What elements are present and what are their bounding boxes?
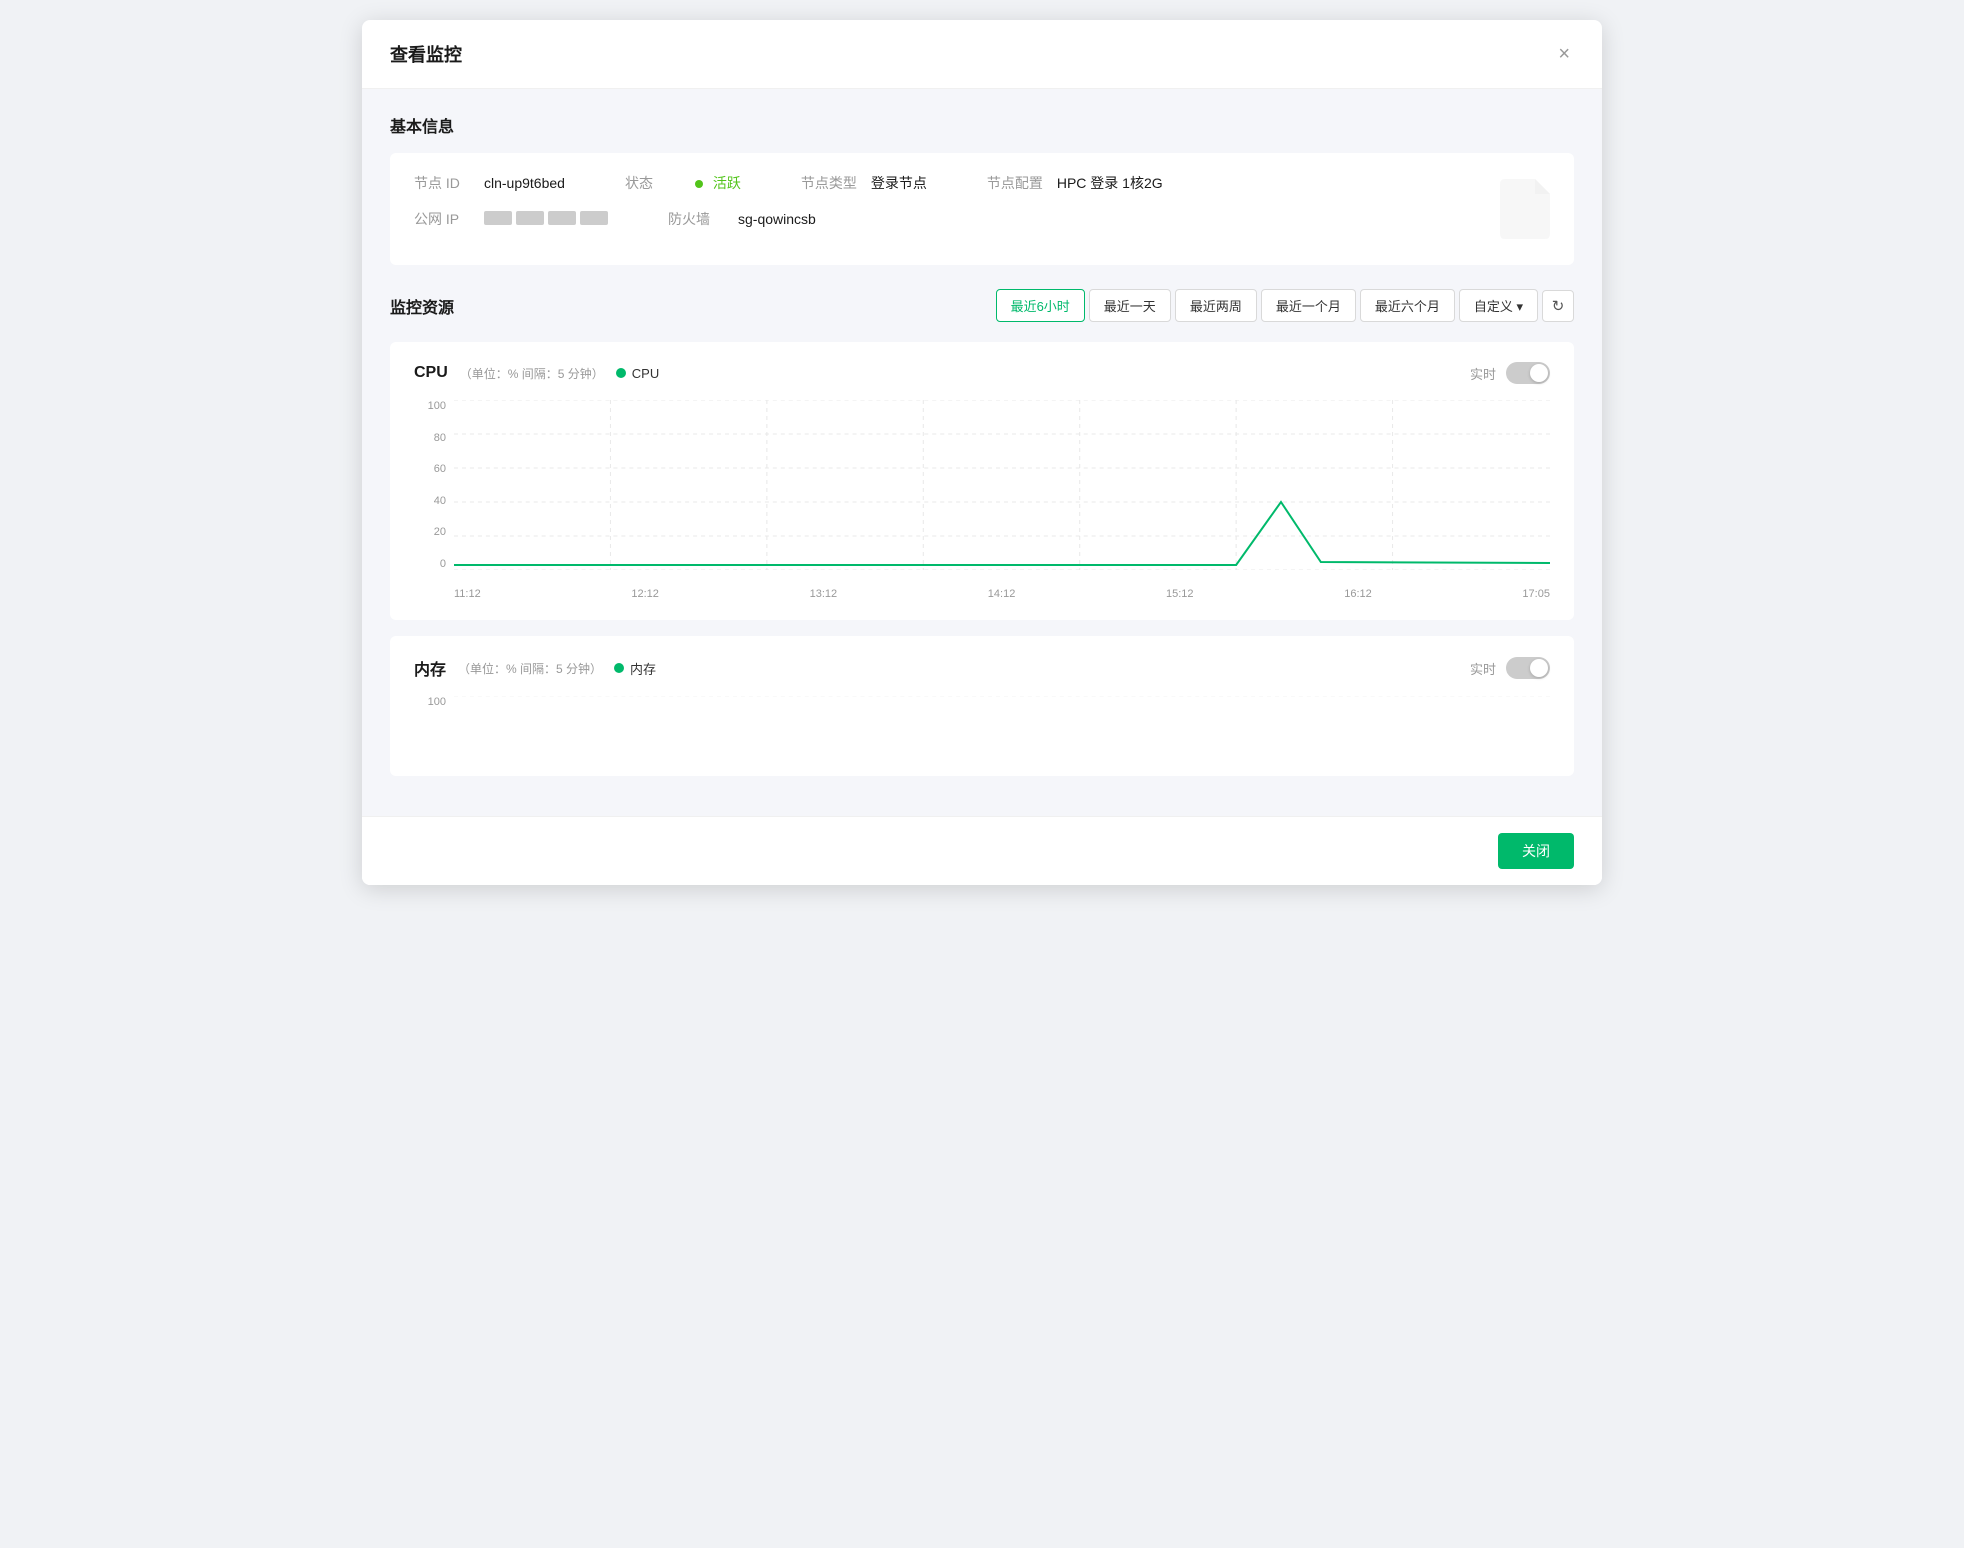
cpu-chart-meta: （单位：% 间隔：5 分钟） [460, 365, 604, 382]
x-label-1212: 12:12 [631, 588, 659, 600]
basic-info-card: 节点 ID cln-up9t6bed 状态 活跃 节点类型 登录节点 节点配置 … [390, 153, 1574, 265]
modal-header: 查看监控 × [362, 20, 1602, 89]
memory-realtime-toggle[interactable] [1506, 657, 1550, 679]
status-dot [695, 180, 703, 188]
memory-y-label-100: 100 [428, 696, 452, 708]
y-label-20: 20 [434, 526, 452, 538]
public-ip-value [484, 211, 608, 228]
ip-block-3 [548, 211, 576, 225]
memory-chart-header: 内存 （单位：% 间隔：5 分钟） 内存 实时 [414, 656, 1550, 680]
cpu-chart-plot [454, 400, 1550, 570]
cpu-realtime-label: 实时 [1470, 364, 1496, 383]
y-label-0: 0 [440, 558, 452, 570]
public-ip-label: 公网 IP [414, 209, 484, 229]
memory-realtime-group: 实时 [1470, 657, 1550, 679]
cpu-chart-title: CPU [414, 364, 448, 382]
cpu-legend: CPU [616, 366, 659, 381]
node-id-value: cln-up9t6bed [484, 175, 565, 191]
firewall-label: 防火墙 [668, 209, 738, 229]
memory-legend-label: 内存 [630, 659, 656, 678]
memory-chart-area: 100 [414, 696, 1550, 756]
filter-2w[interactable]: 最近两周 [1175, 289, 1257, 322]
x-label-1612: 16:12 [1344, 588, 1372, 600]
node-id-label: 节点 ID [414, 173, 484, 193]
cpu-realtime-group: 实时 [1470, 362, 1550, 384]
ip-mask [484, 211, 608, 225]
modal-container: 查看监控 × 基本信息 节点 ID cln-up9t6bed 状态 活跃 节点类… [362, 20, 1602, 885]
node-config-value: HPC 登录 1核2G [1057, 173, 1163, 193]
cpu-y-axis: 100 80 60 40 20 0 [414, 400, 452, 570]
document-icon [1500, 179, 1550, 239]
memory-chart-plot [454, 696, 1550, 726]
filter-6m[interactable]: 最近六个月 [1360, 289, 1455, 322]
modal-footer: 关闭 [362, 816, 1602, 885]
ip-block-2 [516, 211, 544, 225]
time-filters: 最近6小时 最近一天 最近两周 最近一个月 最近六个月 自定义 ▾ ↻ [996, 289, 1574, 322]
basic-info-title: 基本信息 [390, 113, 1574, 137]
filter-1m[interactable]: 最近一个月 [1261, 289, 1356, 322]
memory-legend-dot [614, 663, 624, 673]
x-label-1112: 11:12 [454, 588, 481, 600]
memory-chart-meta: （单位：% 间隔：5 分钟） [458, 660, 602, 677]
filter-1d[interactable]: 最近一天 [1089, 289, 1171, 322]
cpu-title-group: CPU （单位：% 间隔：5 分钟） CPU [414, 364, 659, 382]
cpu-chart-card: CPU （单位：% 间隔：5 分钟） CPU 实时 100 80 [390, 342, 1574, 620]
memory-legend: 内存 [614, 659, 656, 678]
ip-block-1 [484, 211, 512, 225]
memory-chart-title: 内存 [414, 656, 446, 680]
modal-body: 基本信息 节点 ID cln-up9t6bed 状态 活跃 节点类型 登录节点 … [362, 89, 1602, 816]
memory-realtime-label: 实时 [1470, 659, 1496, 678]
cpu-x-axis: 11:12 12:12 13:12 14:12 15:12 16:12 17:0… [454, 572, 1550, 600]
y-label-100: 100 [428, 400, 452, 412]
memory-chart-svg [454, 696, 1550, 726]
cpu-legend-label: CPU [632, 366, 659, 381]
x-label-1412: 14:12 [988, 588, 1016, 600]
cpu-chart-area: 100 80 60 40 20 0 [414, 400, 1550, 600]
cpu-chart-svg [454, 400, 1550, 570]
monitoring-title: 监控资源 [390, 294, 454, 318]
cpu-chart-header: CPU （单位：% 间隔：5 分钟） CPU 实时 [414, 362, 1550, 384]
cpu-realtime-toggle[interactable] [1506, 362, 1550, 384]
y-label-80: 80 [434, 432, 452, 444]
ip-block-4 [580, 211, 608, 225]
modal-title: 查看监控 [390, 41, 462, 67]
memory-title-group: 内存 （单位：% 间隔：5 分钟） 内存 [414, 656, 656, 680]
node-config-label: 节点配置 [987, 173, 1057, 193]
close-action-button[interactable]: 关闭 [1498, 833, 1574, 869]
refresh-button[interactable]: ↻ [1542, 290, 1574, 322]
x-label-1512: 15:12 [1166, 588, 1194, 600]
status-label: 状态 [625, 173, 695, 193]
firewall-value: sg-qowincsb [738, 211, 816, 227]
status-value: 活跃 [695, 173, 741, 193]
y-label-60: 60 [434, 463, 452, 475]
x-label-1312: 13:12 [810, 588, 838, 600]
filter-custom[interactable]: 自定义 ▾ [1459, 289, 1538, 322]
x-label-1705: 17:05 [1522, 588, 1550, 600]
node-id-row: 节点 ID cln-up9t6bed 状态 活跃 节点类型 登录节点 节点配置 … [414, 173, 1550, 193]
node-type-value: 登录节点 [871, 173, 927, 193]
node-type-label: 节点类型 [801, 173, 871, 193]
public-ip-row: 公网 IP 防火墙 sg-qowincsb [414, 209, 1550, 229]
status-text: 活跃 [713, 175, 741, 191]
y-label-40: 40 [434, 495, 452, 507]
close-icon[interactable]: × [1554, 40, 1574, 68]
cpu-legend-dot [616, 368, 626, 378]
filter-6h[interactable]: 最近6小时 [996, 289, 1085, 322]
monitoring-header: 监控资源 最近6小时 最近一天 最近两周 最近一个月 最近六个月 自定义 ▾ ↻ [390, 289, 1574, 322]
memory-y-axis: 100 [414, 696, 452, 756]
memory-chart-card: 内存 （单位：% 间隔：5 分钟） 内存 实时 100 [390, 636, 1574, 776]
